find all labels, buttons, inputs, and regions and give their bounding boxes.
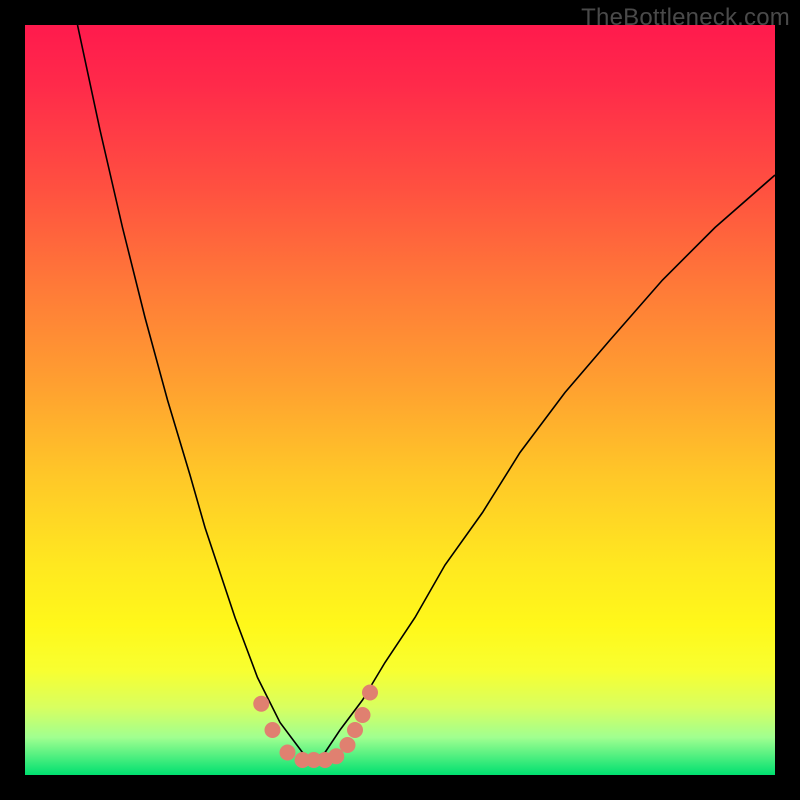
plot-area: [25, 25, 775, 775]
marker-point: [265, 722, 281, 738]
marker-point: [340, 737, 356, 753]
chart-frame: TheBottleneck.com: [0, 0, 800, 800]
marker-point: [253, 696, 269, 712]
curve-left-branch: [78, 25, 311, 760]
watermark-text: TheBottleneck.com: [581, 4, 790, 32]
marker-point: [347, 722, 363, 738]
curve-right-branch: [310, 175, 775, 760]
marker-point: [362, 685, 378, 701]
curve-layer: [25, 25, 775, 775]
marker-point: [280, 745, 296, 761]
marker-point: [355, 707, 371, 723]
marker-group: [253, 685, 378, 769]
